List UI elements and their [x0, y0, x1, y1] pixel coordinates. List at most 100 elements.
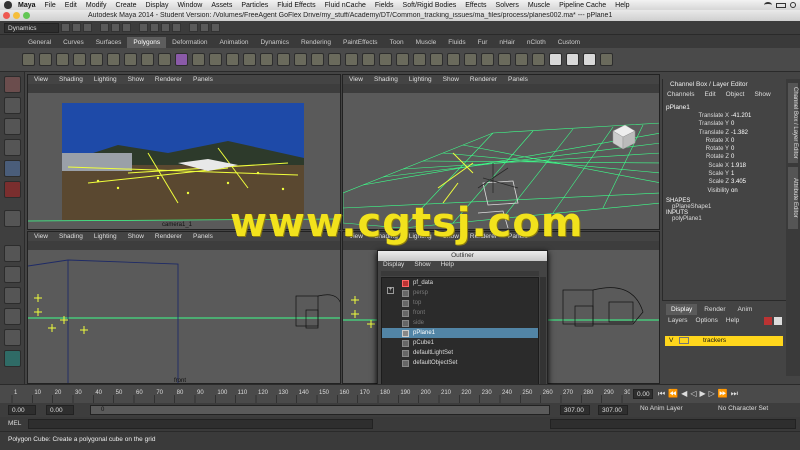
- channels-menu[interactable]: Channels: [667, 91, 694, 103]
- object-name[interactable]: pPlane1: [663, 103, 786, 113]
- outliner-filter[interactable]: [381, 271, 539, 276]
- shelf-tab-surfaces[interactable]: Surfaces: [90, 37, 128, 48]
- checker-icon[interactable]: [549, 53, 562, 66]
- snap-point-icon[interactable]: [161, 23, 170, 32]
- menu-window[interactable]: Window: [177, 2, 202, 9]
- attr-value[interactable]: on: [731, 188, 738, 196]
- menuset-dropdown[interactable]: Dynamics: [4, 22, 59, 33]
- split-polygon-icon[interactable]: [396, 53, 409, 66]
- shelf-tab-toon[interactable]: Toon: [384, 37, 410, 48]
- lighting-menu[interactable]: Lighting: [94, 233, 117, 240]
- shelf-tab-rendering[interactable]: Rendering: [295, 37, 337, 48]
- outliner-item-pf-data[interactable]: pf_data: [382, 278, 538, 288]
- mel-input[interactable]: [28, 419, 373, 429]
- object-menu[interactable]: Object: [726, 91, 745, 103]
- shelf-tab-ncloth[interactable]: nCloth: [521, 37, 552, 48]
- snap-plane-icon[interactable]: [172, 23, 181, 32]
- shelf-tab-dynamics[interactable]: Dynamics: [254, 37, 295, 48]
- attr-value[interactable]: 1: [731, 171, 734, 179]
- attr-value[interactable]: 0: [731, 154, 734, 162]
- extrude-icon[interactable]: [328, 53, 341, 66]
- scale-tool-icon[interactable]: [3, 181, 21, 198]
- menu-effects[interactable]: Effects: [465, 2, 486, 9]
- range-bar[interactable]: 0: [90, 405, 550, 415]
- top-view[interactable]: front: [28, 250, 340, 383]
- new-layer-selected-icon[interactable]: [774, 317, 782, 325]
- attr-value[interactable]: 0: [731, 121, 734, 129]
- outliner-item-top[interactable]: top: [382, 298, 538, 308]
- apple-icon[interactable]: [4, 1, 12, 9]
- shelf-tab-fluids[interactable]: Fluids: [442, 37, 471, 48]
- shading-menu[interactable]: Shading: [59, 233, 83, 240]
- new-layer-icon[interactable]: [764, 317, 772, 325]
- show-menu[interactable]: Show: [754, 91, 770, 103]
- outliner-item-pplane1[interactable]: pPlane1: [382, 328, 538, 338]
- side-tab-channel-box[interactable]: Channel Box / Layer Editor: [788, 83, 798, 163]
- attr-value[interactable]: 0: [731, 146, 734, 154]
- attr-row[interactable]: Translate X -41.201: [663, 113, 786, 121]
- snap-curve-icon[interactable]: [150, 23, 159, 32]
- layout-hypershade-icon[interactable]: [3, 350, 21, 367]
- step-back-frame-icon[interactable]: ◀: [681, 389, 687, 399]
- animation-end-field[interactable]: 307.00: [598, 405, 628, 415]
- outliner-help-menu[interactable]: Help: [441, 261, 454, 271]
- step-back-key-icon[interactable]: ⏪: [668, 389, 678, 399]
- playback-end-field[interactable]: 307.00: [560, 405, 590, 415]
- spotlight-icon[interactable]: [790, 2, 796, 8]
- smooth-icon[interactable]: [243, 53, 256, 66]
- fill-hole-icon[interactable]: [379, 53, 392, 66]
- poly-sphere-icon[interactable]: [22, 53, 35, 66]
- help-menu[interactable]: Help: [726, 317, 739, 325]
- insert-edge-loop-icon[interactable]: [413, 53, 426, 66]
- menu-fluid-effects[interactable]: Fluid Effects: [277, 2, 315, 9]
- viewport-toolbar[interactable]: [28, 84, 340, 93]
- select-hierarchy-icon[interactable]: [100, 23, 109, 32]
- viewport-toolbar[interactable]: [343, 84, 659, 93]
- layer-row-trackers[interactable]: V trackers: [665, 336, 783, 346]
- layer-tab-render[interactable]: Render: [699, 304, 730, 315]
- app-menu[interactable]: Maya: [18, 2, 36, 9]
- render-settings-icon[interactable]: [211, 23, 220, 32]
- attr-row[interactable]: Rotate Y0: [663, 146, 786, 154]
- combine-icon[interactable]: [192, 53, 205, 66]
- shelf-tab-fur[interactable]: Fur: [472, 37, 494, 48]
- menu-fields[interactable]: Fields: [375, 2, 394, 9]
- merge-icon[interactable]: [447, 53, 460, 66]
- layer-tab-display[interactable]: Display: [666, 304, 698, 315]
- rotate-tool-icon[interactable]: [3, 160, 21, 177]
- poly-plane-icon[interactable]: [90, 53, 103, 66]
- panels-menu[interactable]: Panels: [193, 76, 213, 83]
- boolean-intersect-icon[interactable]: [294, 53, 307, 66]
- outliner-title[interactable]: Outliner: [378, 251, 547, 261]
- mirror-icon[interactable]: [311, 53, 324, 66]
- view-menu[interactable]: View: [349, 76, 363, 83]
- minimize-window-button[interactable]: [13, 12, 20, 19]
- outliner-item-default-object-set[interactable]: defaultObjectSet: [382, 358, 538, 368]
- menu-help[interactable]: Help: [615, 2, 629, 9]
- poly-prism-icon[interactable]: [124, 53, 137, 66]
- offset-edge-loop-icon[interactable]: [430, 53, 443, 66]
- renderer-menu[interactable]: Renderer: [470, 76, 497, 83]
- select-object-icon[interactable]: [111, 23, 120, 32]
- poly-cone-icon[interactable]: [73, 53, 86, 66]
- ipr-render-icon[interactable]: [200, 23, 209, 32]
- poly-cube-icon[interactable]: [39, 53, 52, 66]
- close-window-button[interactable]: [3, 12, 10, 19]
- boolean-union-icon[interactable]: [260, 53, 273, 66]
- layer-name[interactable]: trackers: [703, 337, 726, 344]
- menu-file[interactable]: File: [45, 2, 56, 9]
- go-to-start-icon[interactable]: ⏮: [658, 389, 665, 399]
- input-node[interactable]: polyPlane1: [663, 216, 786, 222]
- attr-row[interactable]: Scale X 1.918: [663, 163, 786, 171]
- lasso-tool-icon[interactable]: [3, 97, 21, 114]
- snap-grid-icon[interactable]: [139, 23, 148, 32]
- bevel-icon[interactable]: [464, 53, 477, 66]
- menu-assets[interactable]: Assets: [211, 2, 232, 9]
- character-set-dropdown[interactable]: No Character Set: [718, 405, 788, 415]
- outliner-item-pcube1[interactable]: pCube1: [382, 338, 538, 348]
- menu-particles[interactable]: Particles: [241, 2, 268, 9]
- view-menu[interactable]: View: [34, 76, 48, 83]
- show-menu[interactable]: Show: [443, 76, 459, 83]
- panels-menu[interactable]: Panels: [193, 233, 213, 240]
- planar-map-icon[interactable]: [481, 53, 494, 66]
